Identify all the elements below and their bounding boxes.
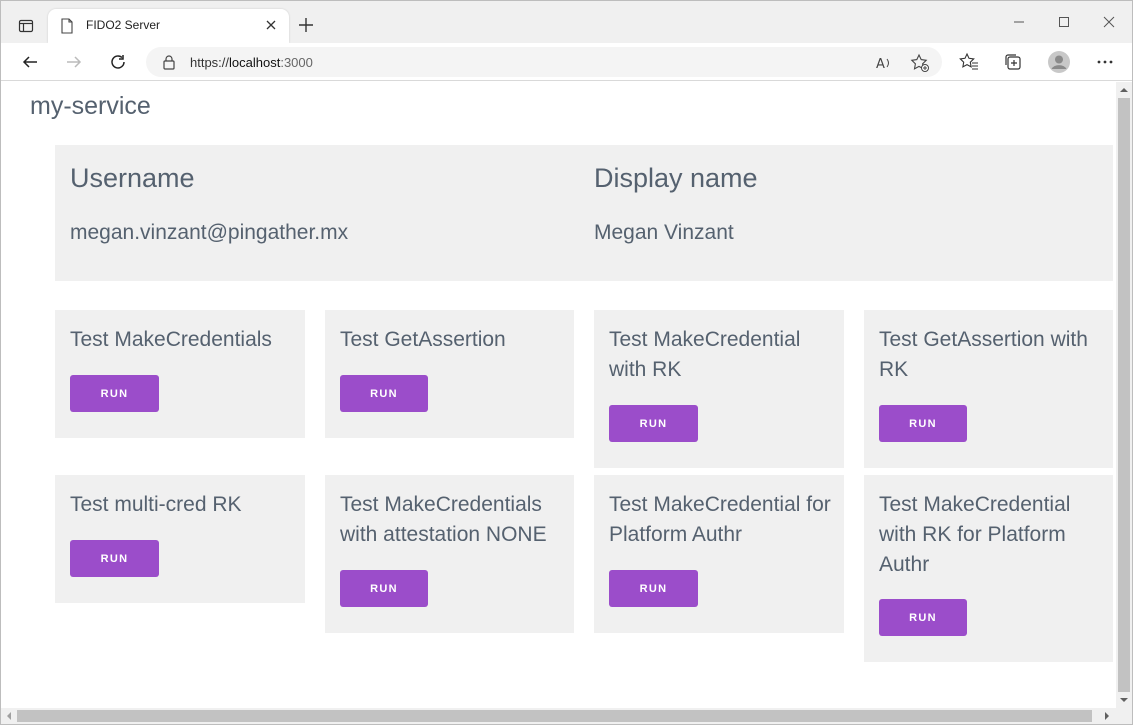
test-title: Test MakeCredential with RK: [609, 328, 801, 381]
run-button[interactable]: RUN: [609, 405, 698, 442]
test-card-multi-cred-rk: Test multi-cred RK RUN: [55, 475, 305, 603]
scroll-left-arrow-icon[interactable]: [4, 711, 14, 721]
test-title: Test multi-cred RK: [70, 493, 242, 516]
profile-avatar-icon[interactable]: [1047, 50, 1071, 74]
back-icon[interactable]: [19, 51, 41, 73]
add-favorite-icon[interactable]: [910, 53, 930, 73]
run-button[interactable]: RUN: [609, 570, 698, 607]
run-button[interactable]: RUN: [70, 540, 159, 577]
page-viewport: my-service Username megan.vinzant@pingat…: [1, 82, 1116, 708]
test-card-makecredential-platform: Test MakeCredential for Platform Authr R…: [594, 475, 844, 633]
url-host: localhost: [229, 55, 281, 70]
url-port: :3000: [280, 55, 313, 70]
svg-text:A: A: [876, 57, 885, 72]
more-options-icon[interactable]: [1095, 52, 1115, 72]
url-text[interactable]: https://localhost:3000: [190, 55, 313, 70]
page-icon: [61, 18, 73, 34]
test-title: Test MakeCredentials with attestation NO…: [340, 493, 547, 546]
close-tab-icon[interactable]: [263, 17, 279, 33]
url-scheme: https://: [190, 55, 230, 70]
scroll-up-arrow-icon[interactable]: [1119, 85, 1129, 95]
test-card-makecredentials: Test MakeCredentials RUN: [55, 310, 305, 438]
vertical-scrollbar[interactable]: [1116, 82, 1132, 708]
browser-window: FIDO2 Server https://localhost:3000 A my…: [0, 0, 1133, 725]
read-aloud-icon[interactable]: A: [874, 53, 894, 73]
refresh-icon[interactable]: [107, 51, 129, 73]
scroll-down-arrow-icon[interactable]: [1119, 695, 1129, 705]
maximize-icon[interactable]: [1055, 13, 1073, 31]
collections-icon[interactable]: [1003, 52, 1023, 72]
test-card-getassertion-rk: Test GetAssertion with RK RUN: [864, 310, 1113, 468]
username-label: Username: [70, 163, 195, 193]
test-title: Test MakeCredential with RK for Platform…: [879, 493, 1071, 576]
test-title: Test GetAssertion with RK: [879, 328, 1088, 381]
minimize-icon[interactable]: [1010, 13, 1028, 31]
test-card-makecredentials-attestation-none: Test MakeCredentials with attestation NO…: [325, 475, 574, 633]
lock-icon[interactable]: [162, 54, 176, 70]
vertical-scroll-thumb[interactable]: [1118, 98, 1130, 692]
new-tab-icon[interactable]: [297, 16, 315, 34]
run-button[interactable]: RUN: [70, 375, 159, 412]
forward-icon[interactable]: [63, 51, 85, 73]
test-card-makecredential-rk: Test MakeCredential with RK RUN: [594, 310, 844, 468]
scroll-right-arrow-icon[interactable]: [1102, 711, 1112, 721]
close-window-icon[interactable]: [1100, 13, 1118, 31]
username-value: megan.vinzant@pingather.mx: [70, 221, 349, 244]
user-info-panel: Username megan.vinzant@pingather.mx Disp…: [55, 145, 1113, 281]
test-card-getassertion: Test GetAssertion RUN: [325, 310, 574, 438]
run-button[interactable]: RUN: [340, 375, 428, 412]
horizontal-scroll-thumb[interactable]: [17, 710, 1092, 722]
favorites-icon[interactable]: [959, 52, 979, 72]
browser-toolbar: https://localhost:3000 A: [1, 43, 1132, 81]
test-title: Test MakeCredential for Platform Authr: [609, 493, 831, 546]
tab-bar: FIDO2 Server: [1, 1, 1132, 43]
address-bar[interactable]: https://localhost:3000 A: [146, 47, 942, 77]
browser-tab[interactable]: FIDO2 Server: [48, 9, 289, 43]
run-button[interactable]: RUN: [340, 570, 428, 607]
test-title: Test MakeCredentials: [70, 328, 272, 351]
run-button[interactable]: RUN: [879, 599, 967, 636]
tab-actions-icon[interactable]: [13, 13, 39, 39]
displayname-label: Display name: [594, 163, 758, 193]
horizontal-scrollbar[interactable]: [1, 708, 1132, 724]
tab-title: FIDO2 Server: [86, 18, 161, 32]
page-title: my-service: [30, 92, 151, 120]
test-title: Test GetAssertion: [340, 328, 506, 351]
displayname-value: Megan Vinzant: [594, 221, 734, 244]
run-button[interactable]: RUN: [879, 405, 967, 442]
test-card-makecredential-rk-platform: Test MakeCredential with RK for Platform…: [864, 475, 1113, 662]
